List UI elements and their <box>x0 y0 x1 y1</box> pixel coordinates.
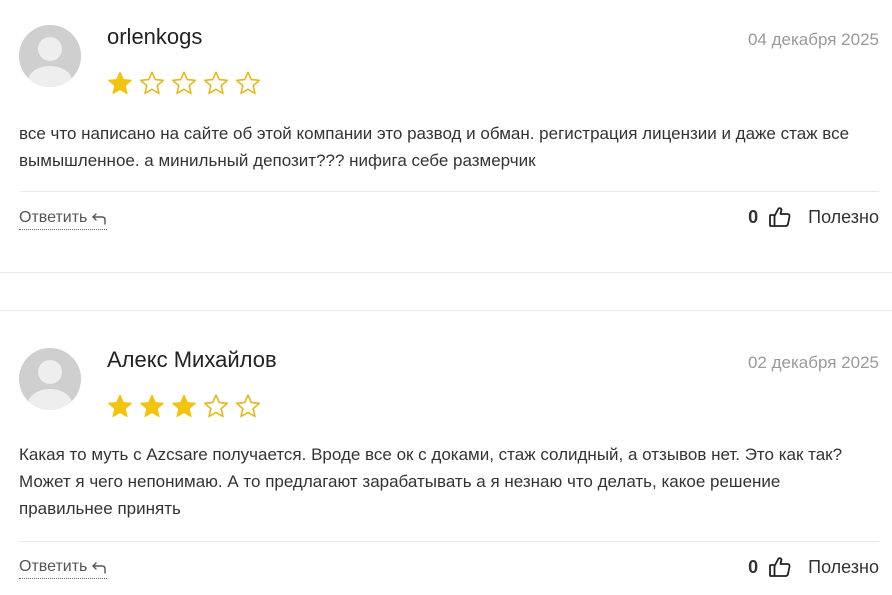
reply-arrow-icon <box>91 560 107 574</box>
star-empty-icon <box>202 393 230 421</box>
star-filled-icon <box>138 393 166 421</box>
user-silhouette-icon <box>19 25 81 87</box>
review-author: Алекс Михайлов <box>107 347 277 372</box>
reply-label: Ответить <box>19 558 88 575</box>
helpful-button[interactable]: Полезно <box>808 557 879 578</box>
star-filled-icon <box>106 70 134 98</box>
reply-arrow-icon <box>91 211 107 225</box>
section-separator <box>0 310 892 311</box>
star-empty-icon <box>138 70 166 98</box>
star-empty-icon <box>234 393 262 421</box>
avatar <box>19 348 81 410</box>
reply-link[interactable]: Ответить <box>19 558 108 579</box>
helpful-button[interactable]: Полезно <box>808 207 879 228</box>
review-date: 02 декабря 2025 <box>747 353 879 372</box>
divider <box>19 191 879 192</box>
reply-link[interactable]: Ответить <box>19 209 108 230</box>
star-rating <box>106 393 262 421</box>
user-silhouette-icon <box>19 348 81 410</box>
helpful-block: 0 Полезно <box>748 555 879 579</box>
thumbs-up-icon[interactable] <box>768 555 792 579</box>
section-separator <box>0 272 892 273</box>
star-empty-icon <box>170 70 198 98</box>
review-text: все что написано на сайте об этой компан… <box>19 124 850 170</box>
reply-label: Ответить <box>19 209 88 226</box>
divider <box>19 541 879 542</box>
review-date: 04 декабря 2025 <box>747 30 879 49</box>
review-text: Какая то муть с Azcsare получается. Врод… <box>19 445 843 518</box>
helpful-block: 0 Полезно <box>748 205 879 229</box>
review-author: orlenkogs <box>107 24 203 49</box>
star-filled-icon <box>106 393 134 421</box>
helpful-count: 0 <box>748 206 759 227</box>
star-empty-icon <box>234 70 262 98</box>
star-empty-icon <box>202 70 230 98</box>
star-rating <box>106 70 262 98</box>
helpful-count: 0 <box>748 556 759 577</box>
thumbs-up-icon[interactable] <box>768 205 792 229</box>
avatar <box>19 25 81 87</box>
star-filled-icon <box>170 393 198 421</box>
